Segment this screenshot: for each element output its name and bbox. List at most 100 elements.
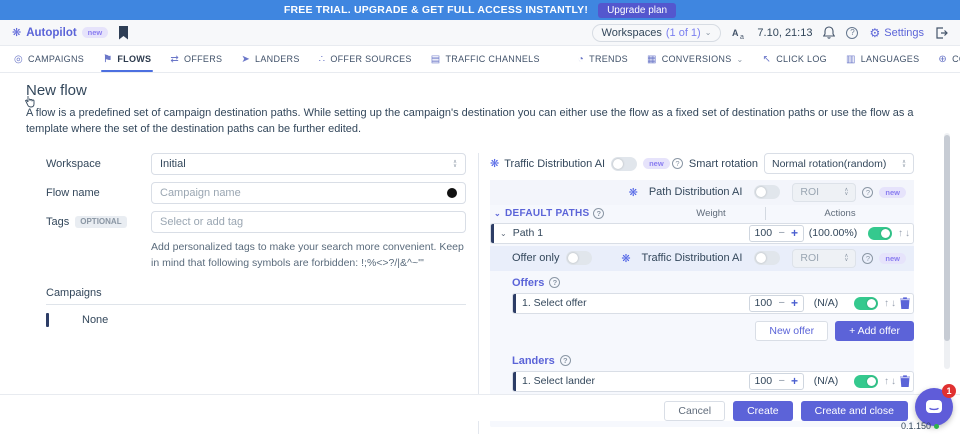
minus-button[interactable]: − <box>779 227 785 239</box>
path-weight-value[interactable]: 100 <box>755 227 773 239</box>
offer-select[interactable]: 1. Select offer <box>522 297 749 309</box>
lander-select[interactable]: 1. Select lander <box>522 375 749 387</box>
reorder-arrows: ↑ ↓ <box>884 298 896 309</box>
create-and-close-button[interactable]: Create and close <box>801 401 908 421</box>
help-icon[interactable]: ? <box>846 27 858 39</box>
flow-name-label: Flow name <box>46 187 151 199</box>
move-up-icon[interactable]: ↑ <box>898 228 903 239</box>
sitemap-icon: ∴ <box>319 54 326 65</box>
help-icon[interactable]: ? <box>593 208 604 219</box>
plus-button[interactable]: + <box>791 226 798 240</box>
chat-unread-badge: 1 <box>942 384 956 398</box>
path-ai-row: ❋ Path Distribution AI ROI ∧∨ ? new <box>490 180 914 205</box>
help-icon[interactable]: ? <box>862 187 873 198</box>
help-icon[interactable]: ? <box>672 158 683 169</box>
new-badge: new <box>643 158 670 169</box>
workspace-select[interactable]: Initial ∧∨ <box>151 153 466 175</box>
minus-button[interactable]: − <box>779 297 785 309</box>
autopilot-brand[interactable]: ❋ Autopilot new <box>12 26 108 39</box>
flow-name-input[interactable] <box>160 187 447 199</box>
lander-enabled-toggle[interactable] <box>854 375 878 388</box>
brand-new-badge: new <box>82 27 109 38</box>
nav-tab-offers[interactable]: ⇄OFFERS <box>170 46 222 72</box>
minus-button[interactable]: − <box>779 375 785 387</box>
nav-tab-traffic-channels[interactable]: ▤TRAFFIC CHANNELS <box>431 46 540 72</box>
move-down-icon[interactable]: ↓ <box>905 228 910 239</box>
move-down-icon[interactable]: ↓ <box>891 376 896 387</box>
scrollbar-thumb[interactable] <box>944 135 950 341</box>
weight-column-header: Weight <box>657 208 765 219</box>
panel-scrollbar[interactable] <box>944 133 950 369</box>
main-nav: ◎CAMPAIGNS ⚑FLOWS ⇄OFFERS ➤LANDERS ∴OFFE… <box>0 46 960 73</box>
path-row: ⌄ Path 1 100 − + (100.00%) ↑ ↓ <box>490 223 914 244</box>
nav-tab-offer-sources[interactable]: ∴OFFER SOURCES <box>319 46 412 72</box>
path-ai-metric-select[interactable]: ROI ∧∨ <box>792 183 856 202</box>
trash-icon[interactable] <box>900 375 910 387</box>
trash-icon[interactable] <box>900 297 910 309</box>
accent-bar <box>513 294 516 313</box>
traffic-ai-toggle[interactable] <box>611 157 637 171</box>
help-icon[interactable]: ? <box>862 253 873 264</box>
mouse-cursor-pointer <box>24 95 36 114</box>
move-up-icon[interactable]: ↑ <box>884 298 889 309</box>
lander-weight-control: 100 − + <box>749 373 804 390</box>
nav-tab-trends[interactable]: ◔TRENDS <box>578 46 628 72</box>
page-title: New flow <box>26 82 934 99</box>
add-offer-button[interactable]: + Add offer <box>835 321 914 341</box>
tags-label: Tags <box>46 216 69 228</box>
bookmark-icon[interactable] <box>118 26 129 40</box>
translate-icon[interactable]: Aa <box>732 27 746 39</box>
offers-block: Offers ? 1. Select offer 100 − + (N/A) <box>490 271 914 349</box>
smart-rotation-label: Smart rotation <box>689 158 758 170</box>
help-icon[interactable]: ? <box>549 277 560 288</box>
default-paths-title[interactable]: ⌄ DEFAULT PATHS ? <box>490 208 657 219</box>
move-up-icon[interactable]: ↑ <box>884 376 889 387</box>
new-badge: new <box>879 253 906 264</box>
workspaces-dropdown[interactable]: Workspaces (1 of 1) ⌄ <box>592 24 722 42</box>
chat-icon <box>925 399 943 415</box>
upgrade-plan-button[interactable]: Upgrade plan <box>598 3 676 18</box>
chevron-down-icon[interactable]: ⌄ <box>500 229 507 238</box>
lander-weight-value[interactable]: 100 <box>755 375 773 387</box>
sign-out-icon[interactable] <box>935 27 948 39</box>
plus-button[interactable]: + <box>791 374 798 388</box>
offer-only-toggle[interactable] <box>566 251 592 265</box>
chevron-down-icon: ⌄ <box>705 28 712 37</box>
settings-button[interactable]: ⚙ Settings <box>869 26 924 40</box>
help-icon[interactable]: ? <box>560 355 571 366</box>
nav-tab-languages[interactable]: ▥LANGUAGES <box>846 46 919 72</box>
brand-name: Autopilot <box>26 27 76 39</box>
paths-panel: ❋ Traffic Distribution AI new ? Smart ro… <box>490 153 914 434</box>
path-name[interactable]: Path 1 <box>513 227 749 239</box>
nav-tab-landers[interactable]: ➤LANDERS <box>241 46 299 72</box>
color-dot-icon[interactable] <box>447 188 457 198</box>
plus-button[interactable]: + <box>791 296 798 310</box>
bell-icon[interactable] <box>823 26 835 39</box>
path-metric-select[interactable]: ROI ∧∨ <box>792 249 856 268</box>
new-offer-button[interactable]: New offer <box>755 321 828 341</box>
offer-enabled-toggle[interactable] <box>854 297 878 310</box>
tags-input[interactable] <box>160 216 457 228</box>
nav-tab-flows[interactable]: ⚑FLOWS <box>103 46 151 72</box>
path-ai-toggle[interactable] <box>754 185 780 199</box>
campaigns-label: Campaigns <box>46 287 466 305</box>
ai-icon: ❋ <box>629 186 638 199</box>
path-traffic-ai-toggle[interactable] <box>754 251 780 265</box>
status-dot-icon <box>934 424 939 429</box>
create-button[interactable]: Create <box>733 401 793 421</box>
nav-tab-click-log[interactable]: ↖CLICK LOG <box>763 46 827 72</box>
smart-rotation-select[interactable]: Normal rotation(random) ∧∨ <box>764 153 914 174</box>
stepper-icon: ∧∨ <box>902 160 906 168</box>
nav-tab-countries[interactable]: ⊕COUNTRIES⌄ <box>938 46 960 72</box>
offer-weight-value[interactable]: 100 <box>755 297 773 309</box>
clock-icon: ◔ <box>578 54 584 65</box>
path-enabled-toggle[interactable] <box>868 227 892 240</box>
move-down-icon[interactable]: ↓ <box>891 298 896 309</box>
nav-tab-conversions[interactable]: ▦CONVERSIONS⌄ <box>647 46 744 72</box>
accent-bar <box>46 313 49 327</box>
offers-title: Offers <box>512 277 544 289</box>
cancel-button[interactable]: Cancel <box>664 401 725 421</box>
column-divider <box>478 153 479 434</box>
campaigns-section: Campaigns None <box>46 287 466 327</box>
nav-tab-campaigns[interactable]: ◎CAMPAIGNS <box>14 46 84 72</box>
